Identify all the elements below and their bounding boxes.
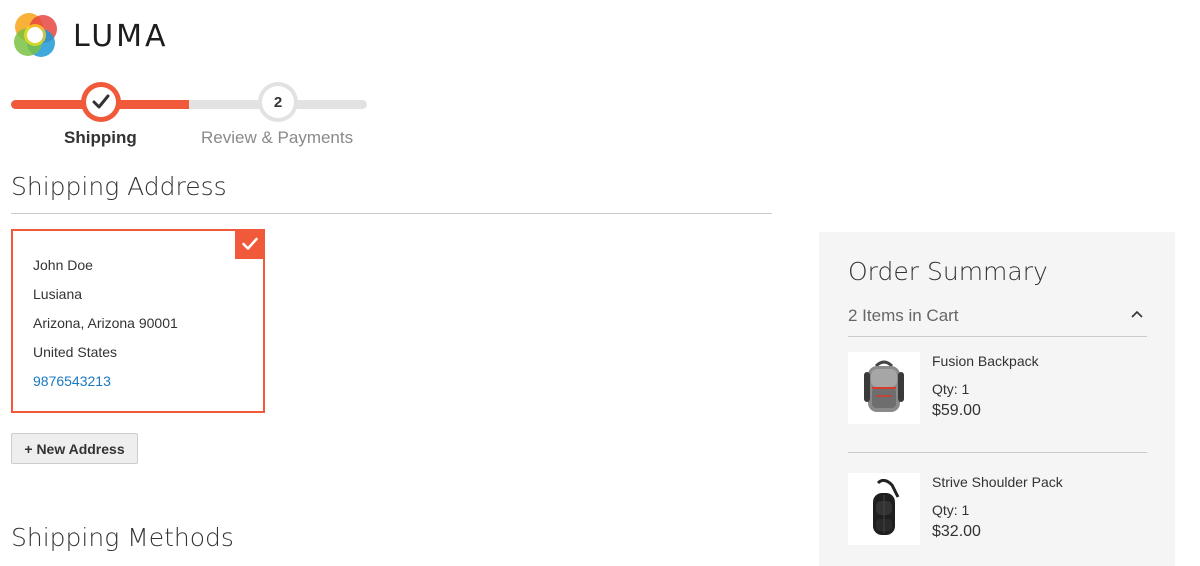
product-name: Strive Shoulder Pack bbox=[932, 474, 1063, 490]
order-summary-panel: Order Summary 2 Items in Cart Fusion Bac… bbox=[819, 232, 1175, 566]
product-name: Fusion Backpack bbox=[932, 353, 1039, 369]
items-in-cart-toggle[interactable]: 2 Items in Cart bbox=[848, 306, 1147, 337]
order-summary-title: Order Summary bbox=[848, 257, 1048, 286]
shoulder-pack-image-icon bbox=[873, 479, 900, 535]
address-country: United States bbox=[33, 344, 118, 360]
section-divider bbox=[11, 213, 772, 214]
new-address-button[interactable]: + New Address bbox=[11, 433, 138, 464]
product-image[interactable] bbox=[848, 352, 920, 424]
brand-name: LUMA bbox=[73, 18, 169, 54]
product-price: $59.00 bbox=[932, 402, 981, 419]
selected-check-icon bbox=[235, 229, 265, 259]
step-review-label: Review & Payments bbox=[201, 128, 354, 147]
cart-item: Fusion Backpack Qty: 1 $59.00 bbox=[848, 352, 1147, 453]
checkout-progress: 2 Shipping Review & Payments bbox=[11, 82, 367, 162]
backpack-image-icon bbox=[864, 360, 904, 412]
address-phone-link[interactable]: 9876543213 bbox=[33, 372, 178, 401]
step-number: 2 bbox=[262, 86, 294, 118]
product-price: $32.00 bbox=[932, 523, 981, 540]
luma-logo-icon bbox=[14, 13, 57, 57]
step-review-marker: 2 bbox=[258, 82, 298, 122]
selected-address-card[interactable]: John Doe Lusiana Arizona, Arizona 90001 … bbox=[11, 229, 265, 413]
address-city-region-zip: Arizona, Arizona 90001 bbox=[33, 315, 178, 331]
product-qty: Qty: 1 bbox=[932, 381, 970, 397]
address-street: Lusiana bbox=[33, 286, 83, 302]
shipping-address-title: Shipping Address bbox=[11, 172, 227, 201]
address-name: John Doe bbox=[33, 257, 93, 273]
checkmark-icon bbox=[92, 94, 110, 109]
items-in-cart-label: 2 Items in Cart bbox=[848, 306, 959, 325]
product-qty: Qty: 1 bbox=[932, 502, 970, 518]
chevron-up-icon[interactable] bbox=[1131, 310, 1143, 318]
luma-logo[interactable]: LUMA bbox=[11, 11, 169, 61]
product-image[interactable] bbox=[848, 473, 920, 545]
step-shipping-label[interactable]: Shipping bbox=[64, 128, 137, 148]
shipping-methods-title: Shipping Methods bbox=[11, 523, 234, 552]
step-shipping-marker bbox=[81, 82, 121, 122]
